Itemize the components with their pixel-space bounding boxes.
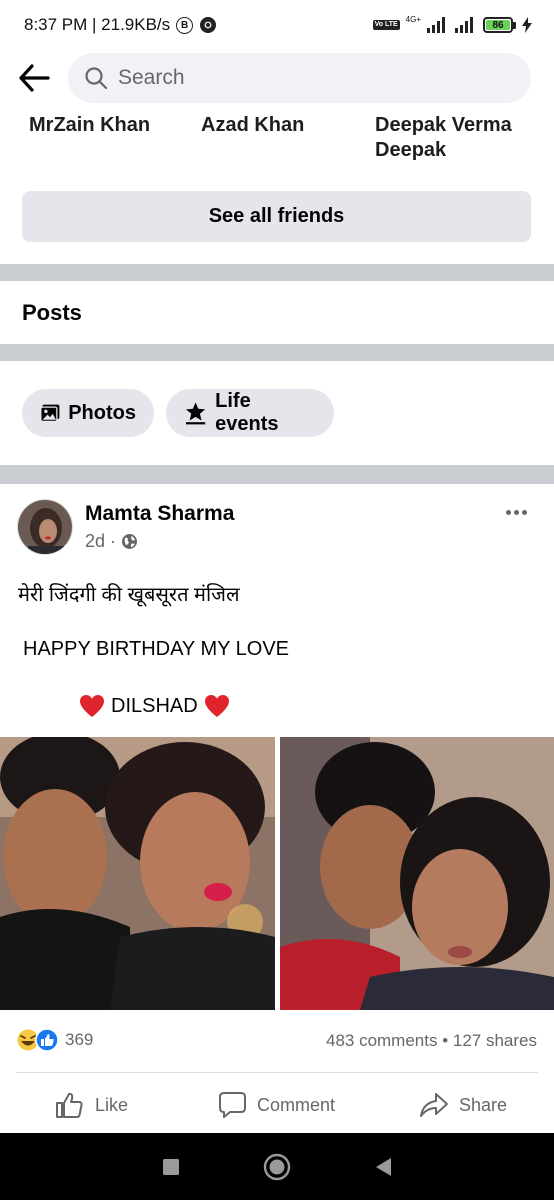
friend-name[interactable]: Deepak Verma Deepak (375, 113, 525, 163)
charging-icon (522, 17, 532, 33)
meta-dot: · (110, 531, 117, 551)
back-button[interactable] (0, 52, 68, 104)
post-text-line: मेरी जिंदगी की खूबसूरत मंजिल (18, 584, 240, 606)
share-button[interactable]: Share (419, 1085, 507, 1125)
search-input[interactable] (118, 66, 498, 90)
status-right: Vo LTE 4G+ 86 (372, 15, 532, 33)
signal-icon-2 (455, 17, 473, 33)
post-text-line: HAPPY BIRTHDAY MY LOVE (23, 638, 290, 660)
search-icon (85, 67, 108, 90)
divider (16, 1072, 538, 1073)
more-dot (521, 509, 527, 515)
status-bar: 8:37 PM | 21.9KB/s B Vo LTE 4G+ 86 (0, 0, 554, 50)
volte-icon: Vo LTE (372, 20, 400, 30)
posts-heading: Posts (22, 300, 82, 325)
section-separator (0, 344, 554, 361)
battery-level: 86 (486, 20, 510, 31)
b-icon: B (176, 16, 194, 34)
signal-icon (427, 17, 445, 33)
post-photo[interactable] (280, 737, 554, 1010)
globe-icon (122, 534, 138, 549)
photos-chip-label: Photos (68, 401, 136, 424)
see-all-friends-button[interactable]: See all friends (22, 191, 531, 242)
header (0, 52, 554, 104)
post-more-button[interactable] (496, 500, 536, 524)
chrome-icon (200, 17, 217, 33)
home-button-icon[interactable] (263, 1153, 291, 1181)
post-photo[interactable] (0, 737, 275, 1010)
share-icon (420, 1093, 448, 1117)
search-bar[interactable] (68, 53, 531, 103)
post-time[interactable]: 2d (85, 531, 105, 552)
friend-name[interactable]: MrZain Khan (29, 113, 150, 138)
photos-icon (40, 404, 60, 423)
comment-label: Comment (257, 1094, 336, 1115)
post-text-line-wrap: DILSHAD (79, 694, 230, 718)
post-author-name[interactable]: Mamta Sharma (85, 502, 234, 526)
section-separator (0, 465, 554, 484)
like-icon (56, 1092, 83, 1118)
friend-name[interactable]: Azad Khan (201, 113, 304, 138)
battery-icon: 86 (483, 17, 516, 33)
avatar[interactable] (17, 499, 73, 555)
red-heart-icon (80, 695, 104, 717)
comments-shares-count[interactable]: 483 comments • 127 shares (326, 1031, 537, 1051)
like-button[interactable]: Like (55, 1085, 128, 1125)
reactions-summary[interactable]: 369 (16, 1028, 93, 1052)
star-flag-icon (185, 402, 206, 425)
red-heart-icon (204, 695, 229, 717)
avatar-image (18, 500, 72, 554)
reaction-icons (16, 1028, 59, 1052)
more-dot (513, 509, 519, 515)
more-dot (505, 509, 511, 515)
post-photo-image (0, 737, 275, 1010)
comment-button[interactable]: Comment (218, 1085, 335, 1125)
post-text-dilshad: DILSHAD (111, 694, 198, 717)
system-navigation-bar (0, 1133, 554, 1200)
status-left: 8:37 PM | 21.9KB/s B (24, 15, 217, 35)
post-meta: 2d · (85, 531, 138, 552)
life-events-chip[interactable]: Life events (166, 389, 334, 437)
reaction-count: 369 (65, 1030, 94, 1049)
life-events-chip-label: Life events (215, 390, 279, 435)
post-photo-image (280, 737, 554, 1010)
like-label: Like (95, 1094, 129, 1115)
section-separator (0, 264, 554, 281)
back-arrow-icon (19, 64, 50, 92)
network-type: 4G+ (405, 15, 421, 24)
photos-chip[interactable]: Photos (22, 389, 154, 437)
recents-button-icon[interactable] (162, 1158, 180, 1176)
like-reaction-icon (35, 1028, 59, 1052)
status-time: 8:37 PM | 21.9KB/s (24, 15, 171, 34)
share-label: Share (459, 1094, 508, 1115)
back-button-icon[interactable] (374, 1157, 392, 1177)
comment-icon (219, 1092, 246, 1118)
